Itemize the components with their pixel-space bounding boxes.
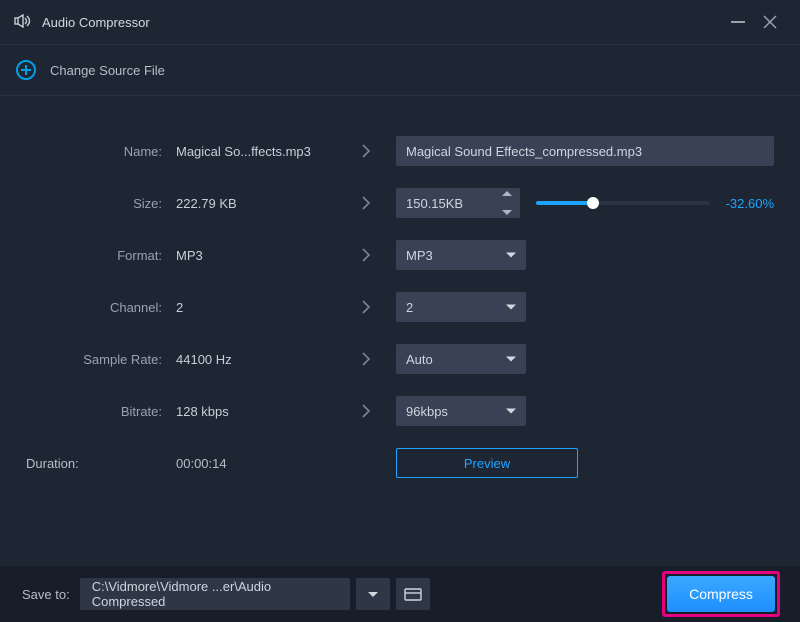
- sample-rate-selected: Auto: [406, 352, 433, 367]
- bitrate-label: Bitrate:: [26, 404, 166, 419]
- change-source-bar[interactable]: Change Source File: [0, 44, 800, 96]
- format-selected: MP3: [406, 248, 433, 263]
- chevron-down-icon: [368, 592, 378, 597]
- save-path-dropdown[interactable]: [356, 578, 390, 610]
- app-title: Audio Compressor: [42, 15, 150, 30]
- duration-value: 00:00:14: [176, 456, 336, 471]
- output-size-stepper[interactable]: 150.15KB: [396, 188, 520, 218]
- output-name-value: Magical Sound Effects_compressed.mp3: [406, 144, 642, 159]
- sample-rate-dropdown[interactable]: Auto: [396, 344, 526, 374]
- channel-dropdown[interactable]: 2: [396, 292, 526, 322]
- chevron-down-icon: [506, 305, 516, 310]
- add-icon: [16, 60, 36, 80]
- sample-rate-original: 44100 Hz: [176, 352, 336, 367]
- chevron-down-icon: [506, 357, 516, 362]
- chevron-right-icon: [346, 143, 386, 159]
- change-source-label: Change Source File: [50, 63, 165, 78]
- channel-selected: 2: [406, 300, 413, 315]
- bitrate-original: 128 kbps: [176, 404, 336, 419]
- minimize-button[interactable]: [722, 6, 754, 38]
- save-path-field[interactable]: C:\Vidmore\Vidmore ...er\Audio Compresse…: [80, 578, 350, 610]
- chevron-right-icon: [346, 195, 386, 211]
- chevron-right-icon: [346, 247, 386, 263]
- open-folder-button[interactable]: [396, 578, 430, 610]
- size-label: Size:: [26, 196, 166, 211]
- format-dropdown[interactable]: MP3: [396, 240, 526, 270]
- channel-original: 2: [176, 300, 336, 315]
- chevron-down-icon: [506, 253, 516, 258]
- sample-rate-label: Sample Rate:: [26, 352, 166, 367]
- output-name-input[interactable]: Magical Sound Effects_compressed.mp3: [396, 136, 774, 166]
- app-icon: [14, 14, 32, 31]
- output-size-value: 150.15KB: [406, 196, 463, 211]
- save-to-label: Save to:: [22, 587, 70, 602]
- compress-label: Compress: [689, 586, 753, 602]
- close-button[interactable]: [754, 6, 786, 38]
- size-original: 222.79 KB: [176, 196, 336, 211]
- size-percent: -32.60%: [726, 196, 774, 211]
- bitrate-dropdown[interactable]: 96kbps: [396, 396, 526, 426]
- chevron-right-icon: [346, 299, 386, 315]
- footer: Save to: C:\Vidmore\Vidmore ...er\Audio …: [0, 566, 800, 622]
- save-path-value: C:\Vidmore\Vidmore ...er\Audio Compresse…: [92, 579, 338, 609]
- size-step-down[interactable]: [502, 210, 512, 215]
- size-step-up[interactable]: [502, 191, 512, 196]
- chevron-right-icon: [346, 403, 386, 419]
- preview-button[interactable]: Preview: [396, 448, 578, 478]
- name-original: Magical So...ffects.mp3: [176, 144, 336, 159]
- duration-label: Duration:: [26, 456, 166, 471]
- size-slider-knob[interactable]: [587, 197, 599, 209]
- format-label: Format:: [26, 248, 166, 263]
- compress-button[interactable]: Compress: [667, 576, 775, 612]
- format-original: MP3: [176, 248, 336, 263]
- size-slider-fill: [536, 201, 593, 205]
- bitrate-selected: 96kbps: [406, 404, 448, 419]
- titlebar: Audio Compressor: [0, 0, 800, 44]
- preview-label: Preview: [464, 456, 510, 471]
- chevron-down-icon: [506, 409, 516, 414]
- compress-highlight: Compress: [662, 571, 780, 617]
- chevron-right-icon: [346, 351, 386, 367]
- name-label: Name:: [26, 144, 166, 159]
- channel-label: Channel:: [26, 300, 166, 315]
- size-slider[interactable]: [536, 201, 710, 205]
- settings-form: Name: Magical So...ffects.mp3 Magical So…: [0, 96, 800, 478]
